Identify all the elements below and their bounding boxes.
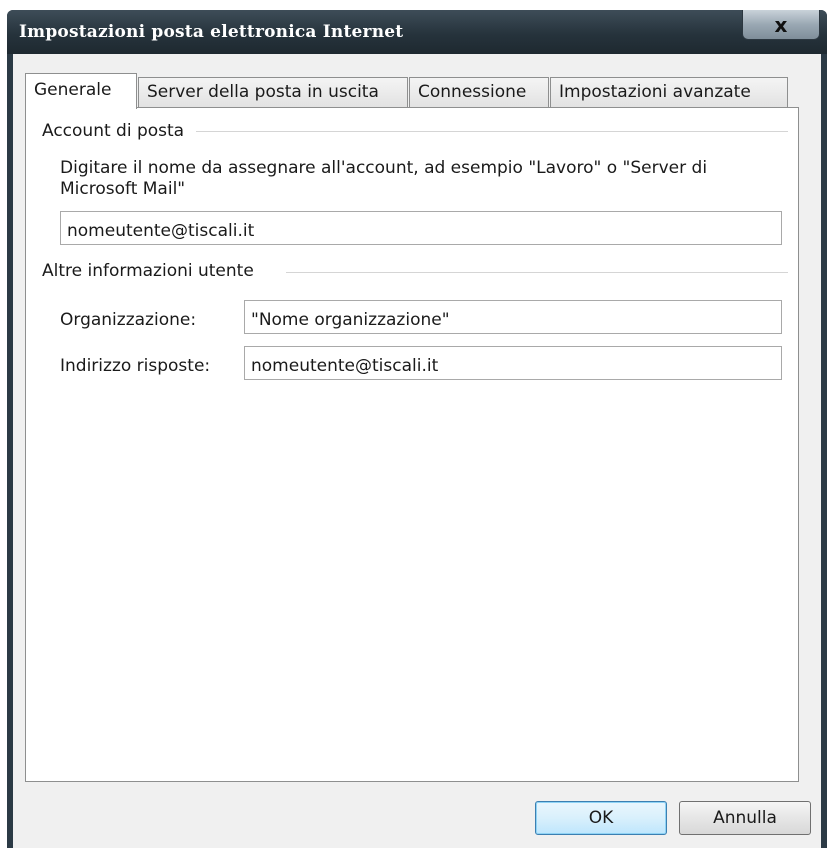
close-button[interactable]: x bbox=[742, 10, 820, 40]
tab-connessione[interactable]: Connessione bbox=[409, 77, 549, 107]
organization-label: Organizzazione: bbox=[60, 310, 197, 330]
account-description-line2: Microsoft Mail" bbox=[60, 179, 186, 199]
tab-server-posta-uscita[interactable]: Server della posta in uscita bbox=[138, 77, 408, 107]
group-label-account: Account di posta bbox=[42, 121, 191, 141]
account-name-field[interactable] bbox=[60, 211, 782, 245]
cancel-button[interactable]: Annulla bbox=[679, 801, 811, 835]
window-title: Impostazioni posta elettronica Internet bbox=[19, 22, 404, 42]
ok-button[interactable]: OK bbox=[535, 801, 667, 835]
reply-address-label: Indirizzo risposte: bbox=[60, 356, 211, 376]
account-description-line1: Digitare il nome da assegnare all'accoun… bbox=[60, 158, 708, 178]
tab-impostazioni-avanzate[interactable]: Impostazioni avanzate bbox=[550, 77, 788, 107]
tab-generale[interactable]: Generale bbox=[25, 73, 137, 109]
group-divider bbox=[196, 131, 788, 132]
tab-panel-generale: Account di posta Digitare il nome da ass… bbox=[25, 107, 799, 782]
organization-field[interactable] bbox=[244, 300, 782, 334]
close-icon: x bbox=[774, 13, 788, 37]
title-bar[interactable]: Impostazioni posta elettronica Internet … bbox=[7, 10, 827, 54]
reply-address-field[interactable] bbox=[244, 346, 782, 380]
group-label-user-info: Altre informazioni utente bbox=[42, 261, 260, 281]
group-divider bbox=[286, 272, 788, 273]
dialog-body: Generale Server della posta in uscita Co… bbox=[13, 54, 821, 848]
dialog-window: Impostazioni posta elettronica Internet … bbox=[7, 10, 827, 848]
